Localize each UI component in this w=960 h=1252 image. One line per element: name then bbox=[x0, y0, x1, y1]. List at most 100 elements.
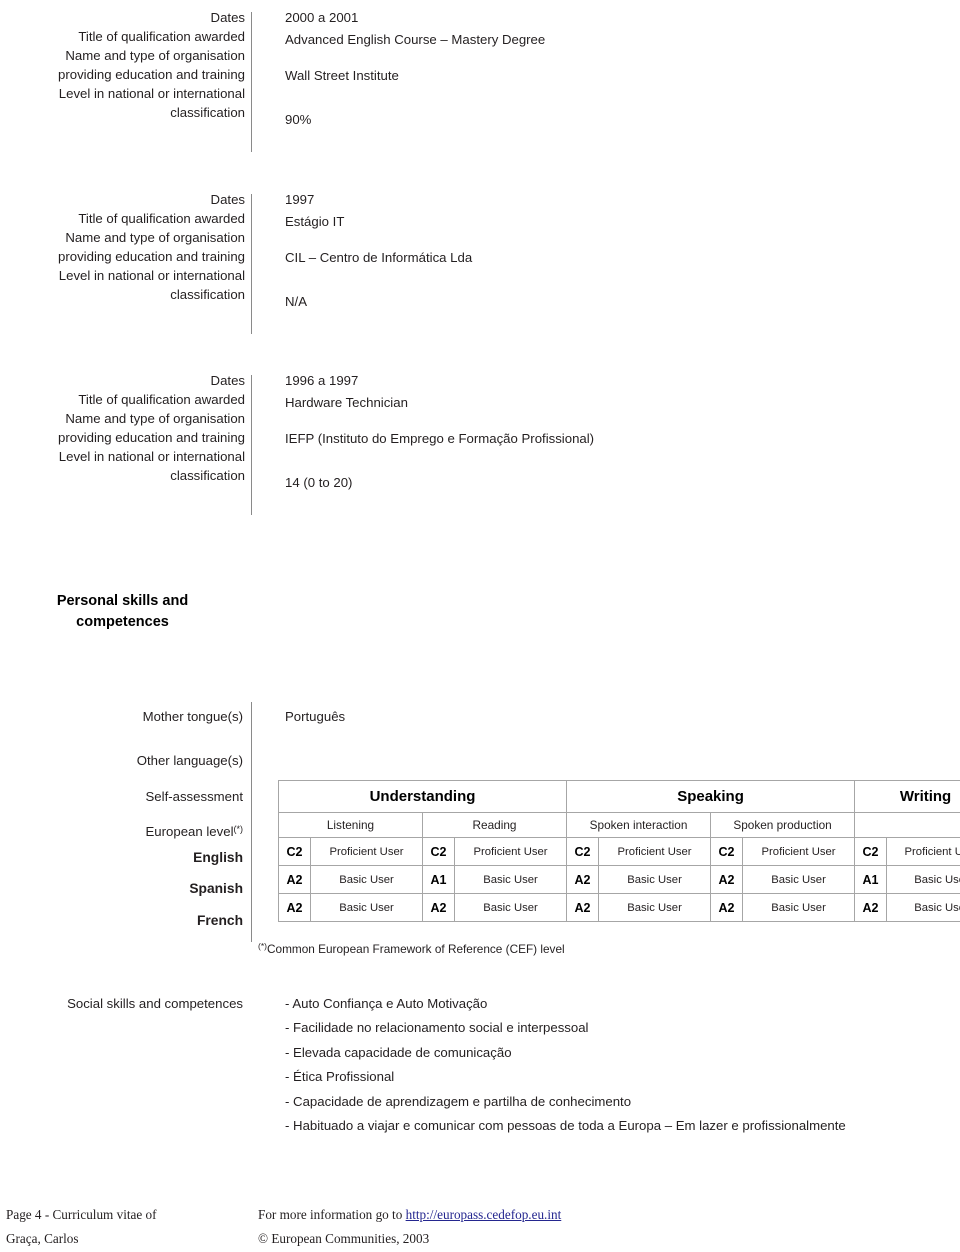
value-level: 14 (0 to 20) bbox=[285, 475, 353, 490]
cv-page: Dates Title of qualification awarded Nam… bbox=[0, 0, 960, 1252]
page-title-personal-skills: Personal skills and competences bbox=[0, 591, 245, 633]
personal-skills-heading-line2: competences bbox=[76, 614, 169, 630]
table-subheader-writing-blank bbox=[854, 812, 960, 838]
table-subheader-listening: Listening bbox=[278, 812, 423, 838]
cell-level: A1 bbox=[854, 865, 888, 894]
cell-desc: Basic User bbox=[453, 865, 568, 894]
cell-level: A2 bbox=[710, 893, 744, 922]
cell-level: C2 bbox=[854, 837, 888, 866]
list-item: - Auto Confiança e Auto Motivação bbox=[285, 996, 488, 1011]
label-dates: Dates bbox=[210, 10, 245, 25]
table-group-speaking: Speaking bbox=[566, 780, 856, 813]
table-row: A2 Basic User A2 Basic User A2 Basic Use… bbox=[278, 893, 960, 922]
value-qualification: Estágio IT bbox=[285, 214, 345, 229]
table-row: C2 Proficient User C2 Proficient User C2… bbox=[278, 837, 960, 866]
label-organisation-line2: providing education and training bbox=[58, 430, 245, 445]
value-organisation: CIL – Centro de Informática Lda bbox=[285, 250, 473, 265]
footer-info-line: For more information go to http://europa… bbox=[258, 1203, 948, 1227]
footer-info-prefix: For more information go to bbox=[258, 1207, 406, 1222]
label-level-line2: classification bbox=[170, 105, 245, 120]
education-entry-1-values: 2000 a 2001 Advanced English Course – Ma… bbox=[285, 8, 945, 148]
label-self-assessment: Self-assessment bbox=[145, 789, 243, 804]
language-self-assessment-table: Understanding Speaking Writing Listening… bbox=[277, 780, 960, 922]
cell-desc: Proficient User bbox=[886, 837, 960, 866]
list-item: - Facilidade no relacionamento social e … bbox=[285, 1020, 589, 1036]
label-language-french: French bbox=[197, 913, 243, 928]
value-organisation: IEFP (Instituto do Emprego e Formação Pr… bbox=[285, 431, 595, 446]
label-level-line1: Level in national or international bbox=[58, 449, 245, 464]
cef-footnote-marker: (*) bbox=[258, 941, 267, 951]
label-social-skills: Social skills and competences bbox=[67, 996, 243, 1011]
footer-right: For more information go to http://europa… bbox=[258, 1203, 948, 1251]
cell-level: A2 bbox=[422, 893, 455, 922]
value-dates: 2000 a 2001 bbox=[285, 10, 359, 25]
value-mother-tongue: Português bbox=[285, 709, 346, 724]
cell-level: A2 bbox=[566, 893, 600, 922]
vertical-divider bbox=[251, 375, 252, 515]
cell-desc: Basic User bbox=[742, 893, 856, 922]
label-organisation-line2: providing education and training bbox=[58, 249, 245, 264]
cell-desc: Proficient User bbox=[310, 837, 423, 866]
table-group-understanding: Understanding bbox=[277, 780, 568, 813]
label-dates: Dates bbox=[210, 192, 245, 207]
label-level-line2: classification bbox=[170, 287, 245, 302]
value-dates: 1996 a 1997 bbox=[285, 373, 359, 388]
cell-desc: Basic User bbox=[598, 865, 712, 894]
cef-footnote: (*)Common European Framework of Referenc… bbox=[258, 938, 565, 957]
value-qualification: Hardware Technician bbox=[285, 395, 408, 410]
label-dates: Dates bbox=[210, 373, 245, 388]
value-qualification: Advanced English Course – Mastery Degree bbox=[285, 32, 546, 47]
cell-desc: Proficient User bbox=[742, 837, 856, 866]
list-item: - Elevada capacidade de comunicação bbox=[285, 1044, 512, 1060]
cell-level: C2 bbox=[710, 837, 744, 866]
footer-page-line1: Page 4 - Curriculum vitae of bbox=[6, 1207, 157, 1222]
table-row: A2 Basic User A1 Basic User A2 Basic Use… bbox=[278, 865, 960, 894]
value-dates: 1997 bbox=[285, 192, 315, 207]
label-qualification: Title of qualification awarded bbox=[78, 392, 245, 407]
label-level-line1: Level in national or international bbox=[58, 86, 245, 101]
vertical-divider bbox=[251, 12, 252, 152]
table-row-subheaders: Listening Reading Spoken interaction Spo… bbox=[278, 812, 960, 838]
list-item: - Capacidade de aprendizagem e partilha … bbox=[285, 1093, 632, 1109]
table-subheader-spoken-production: Spoken production bbox=[710, 812, 856, 838]
footer-copyright: © European Communities, 2003 bbox=[258, 1231, 430, 1246]
label-language-spanish: Spanish bbox=[189, 881, 243, 896]
cell-level: A2 bbox=[710, 865, 744, 894]
label-european-level-footnote-marker: (*) bbox=[233, 824, 244, 834]
education-entry-2-values: 1997 Estágio IT CIL – Centro de Informát… bbox=[285, 190, 945, 330]
cell-level: C2 bbox=[422, 837, 455, 866]
cell-desc: Basic User bbox=[453, 893, 568, 922]
cell-level: A2 bbox=[278, 893, 311, 922]
education-entry-3-labels: Dates Title of qualification awarded Nam… bbox=[0, 371, 245, 485]
label-organisation-line1: Name and type of organisation bbox=[65, 48, 245, 63]
cell-level: A2 bbox=[854, 893, 888, 922]
cell-desc: Basic User bbox=[886, 865, 960, 894]
label-level-line2: classification bbox=[170, 468, 245, 483]
cell-desc: Basic User bbox=[742, 865, 856, 894]
list-item: - Ética Profissional bbox=[285, 1069, 395, 1085]
social-skills-list: - Auto Confiança e Auto Motivação - Faci… bbox=[285, 992, 846, 1138]
table-subheader-spoken-interaction: Spoken interaction bbox=[566, 812, 712, 838]
personal-skills-heading-line1: Personal skills and bbox=[56, 593, 189, 609]
cell-level: C2 bbox=[278, 837, 311, 866]
list-item: - Habituado a viajar e comunicar com pes… bbox=[285, 1118, 846, 1134]
value-organisation: Wall Street Institute bbox=[285, 68, 399, 83]
label-mother-tongue: Mother tongue(s) bbox=[142, 709, 243, 724]
label-level-line1: Level in national or international bbox=[58, 268, 245, 283]
label-qualification: Title of qualification awarded bbox=[78, 211, 245, 226]
cell-desc: Basic User bbox=[310, 893, 423, 922]
cell-level: A2 bbox=[566, 865, 600, 894]
cell-desc: Basic User bbox=[310, 865, 423, 894]
label-organisation-line1: Name and type of organisation bbox=[65, 411, 245, 426]
label-other-languages: Other language(s) bbox=[136, 753, 243, 768]
label-organisation-line1: Name and type of organisation bbox=[65, 230, 245, 245]
label-language-english: English bbox=[193, 850, 243, 865]
europass-url-link[interactable]: http://europass.cedefop.eu.int bbox=[406, 1207, 562, 1222]
cell-desc: Basic User bbox=[886, 893, 960, 922]
value-level: 90% bbox=[285, 112, 312, 127]
cell-desc: Proficient User bbox=[598, 837, 712, 866]
cef-footnote-text: Common European Framework of Reference (… bbox=[266, 942, 565, 956]
cell-level: A2 bbox=[278, 865, 311, 894]
cell-level: A1 bbox=[422, 865, 455, 894]
cell-desc: Proficient User bbox=[453, 837, 568, 866]
